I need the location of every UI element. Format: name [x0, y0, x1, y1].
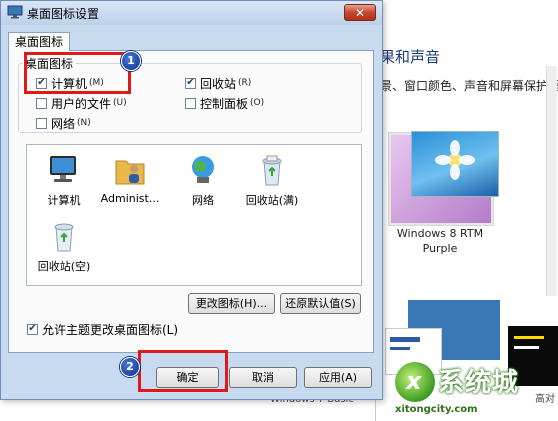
checkbox-label: 回收站 [200, 76, 237, 91]
personalization-heading: 果和声音 [380, 48, 441, 66]
checkbox-label: 控制面板 [200, 96, 249, 111]
window-bar-shape [390, 337, 420, 342]
change-icon-button[interactable]: 更改图标(H)... [188, 293, 275, 314]
checkbox-recycle-bin[interactable]: ✔ 回收站 (R) [185, 75, 251, 91]
step-badge-2: 2 [120, 357, 140, 377]
network-icon [192, 156, 214, 183]
icon-list: 计算机 Administ... 网络 回收站(满) 回收站(空) [26, 144, 362, 286]
window-bar-shape [390, 347, 410, 350]
checkbox-allow-themes[interactable]: ✔ 允许主题更改桌面图标(L) [27, 321, 178, 337]
shortcut-key: (U) [113, 98, 127, 108]
checkbox-label: 允许主题更改桌面图标(L) [42, 322, 179, 337]
icon-item-network[interactable]: 网络 [172, 153, 234, 208]
flower-icon [435, 140, 475, 180]
watermark-url: xitongcity.com [395, 404, 478, 415]
title-bar[interactable]: 桌面图标设置 ✕ [1, 1, 382, 25]
watermark-brand: 系统城 [438, 368, 520, 398]
checkbox-checked-icon: ✔ [185, 77, 196, 89]
icon-item-computer[interactable]: 计算机 [33, 153, 95, 208]
icon-caption: 回收站(满) [245, 194, 299, 207]
watermark-logo-icon: x [395, 362, 435, 402]
user-folder-icon [115, 160, 145, 185]
desktop-settings-icon [7, 5, 23, 19]
recycle-bin-empty-icon [54, 223, 74, 252]
icon-item-recycle-bin-full[interactable]: 回收站(满) [241, 153, 303, 208]
apply-button[interactable]: 应用(A) [304, 367, 372, 388]
restore-default-button[interactable]: 还原默认值(S) [280, 293, 361, 314]
icon-item-user-folder[interactable]: Administ... [99, 153, 161, 205]
highlight-box-step2 [138, 350, 228, 392]
personalization-description: 景、窗口颜色、声音和屏幕保护程 [380, 79, 558, 93]
icon-caption: Administ... [100, 192, 160, 205]
icon-item-recycle-bin-empty[interactable]: 回收站(空) [33, 219, 95, 274]
checkbox-unchecked-icon [185, 97, 196, 109]
window-bar-shape [514, 336, 544, 339]
shortcut-key: (O) [250, 98, 265, 108]
shortcut-key: (N) [77, 118, 91, 128]
icon-caption: 计算机 [47, 194, 81, 207]
checkbox-label: 网络 [51, 116, 76, 131]
window-bar-shape [514, 346, 539, 349]
watermark: x 系统城 xitongcity.com [392, 360, 558, 421]
checkbox-user-files[interactable]: 用户的文件 (U) [36, 95, 127, 111]
computer-icon [50, 156, 76, 182]
highlight-box-step1 [24, 52, 131, 94]
close-button[interactable]: ✕ [344, 4, 376, 21]
themes-scrollbar[interactable] [546, 66, 557, 296]
checkbox-control-panel[interactable]: 控制面板 (O) [185, 95, 264, 111]
icon-caption: 回收站(空) [37, 260, 91, 273]
theme-name: Windows 8 RTM Purple [396, 227, 484, 255]
cancel-button[interactable]: 取消 [229, 367, 297, 388]
checkbox-unchecked-icon [36, 97, 47, 109]
checkbox-label: 用户的文件 [51, 96, 112, 111]
dialog-title: 桌面图标设置 [27, 7, 100, 21]
checkbox-unchecked-icon [36, 117, 47, 129]
theme-thumbnail-photo[interactable] [411, 131, 499, 197]
recycle-bin-full-icon [262, 155, 282, 186]
checkbox-checked-icon: ✔ [27, 323, 38, 335]
icon-caption: 网络 [192, 194, 214, 207]
tab-desktop-icons[interactable]: 桌面图标 [8, 32, 71, 51]
shortcut-key: (R) [238, 78, 252, 88]
checkbox-network[interactable]: 网络 (N) [36, 115, 91, 131]
step-badge-1: 1 [121, 51, 141, 71]
